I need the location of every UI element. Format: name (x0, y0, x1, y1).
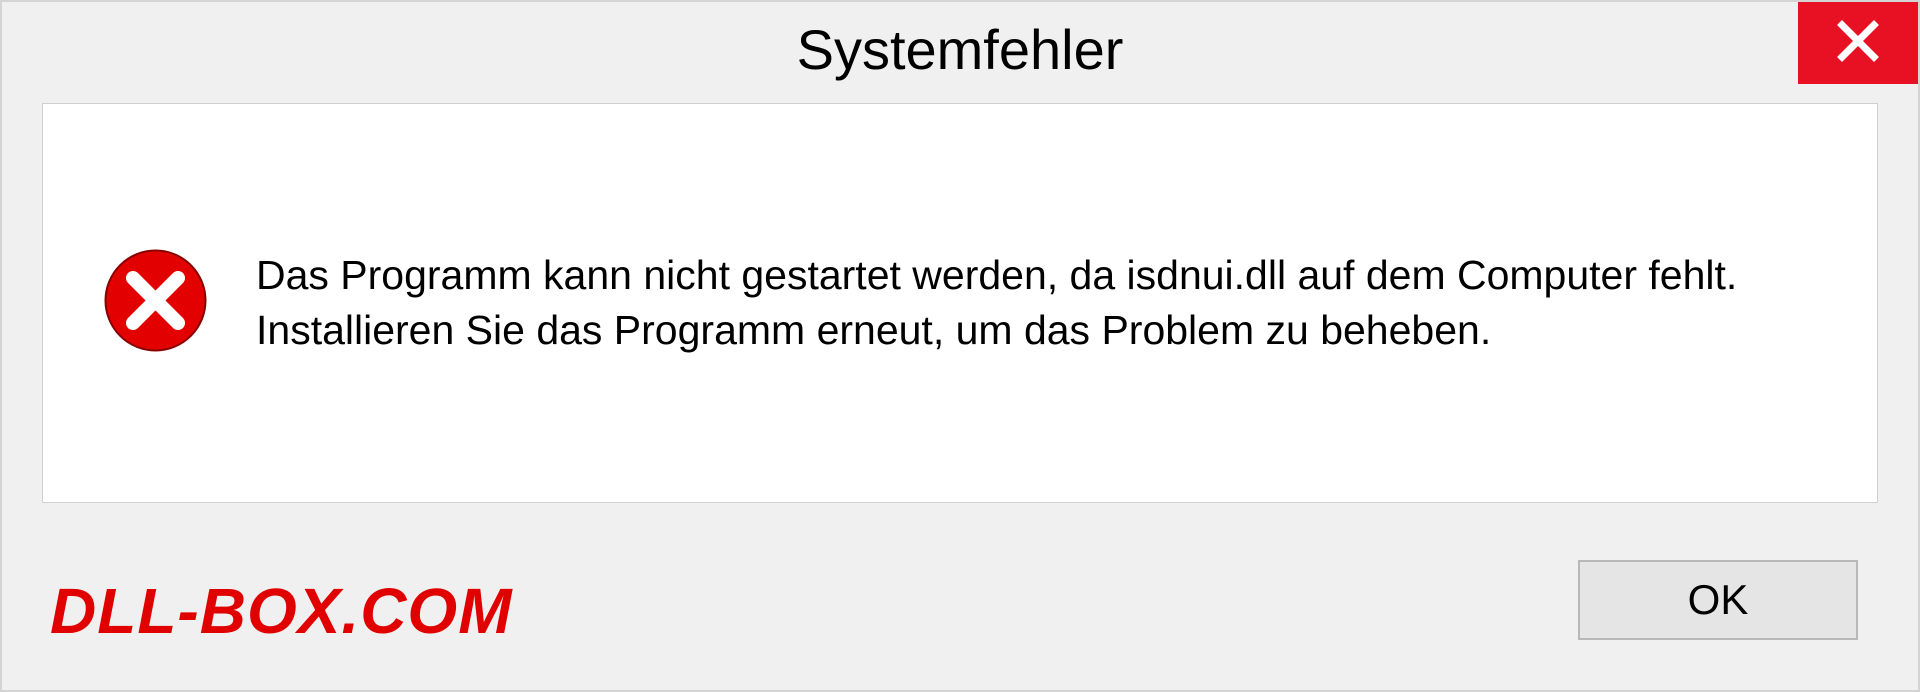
error-dialog: Systemfehler Das Programm kann nicht ges… (0, 0, 1920, 692)
close-button[interactable] (1798, 2, 1918, 84)
close-icon (1836, 19, 1880, 68)
ok-button[interactable]: OK (1578, 560, 1858, 640)
error-message: Das Programm kann nicht gestartet werden… (256, 248, 1817, 359)
dialog-title: Systemfehler (797, 17, 1124, 82)
ok-button-label: OK (1688, 576, 1749, 624)
titlebar: Systemfehler (2, 2, 1918, 97)
watermark-text: DLL-BOX.COM (50, 574, 513, 648)
content-area: Das Programm kann nicht gestartet werden… (42, 103, 1878, 503)
footer-area: DLL-BOX.COM OK (2, 510, 1918, 690)
error-icon (103, 248, 208, 358)
